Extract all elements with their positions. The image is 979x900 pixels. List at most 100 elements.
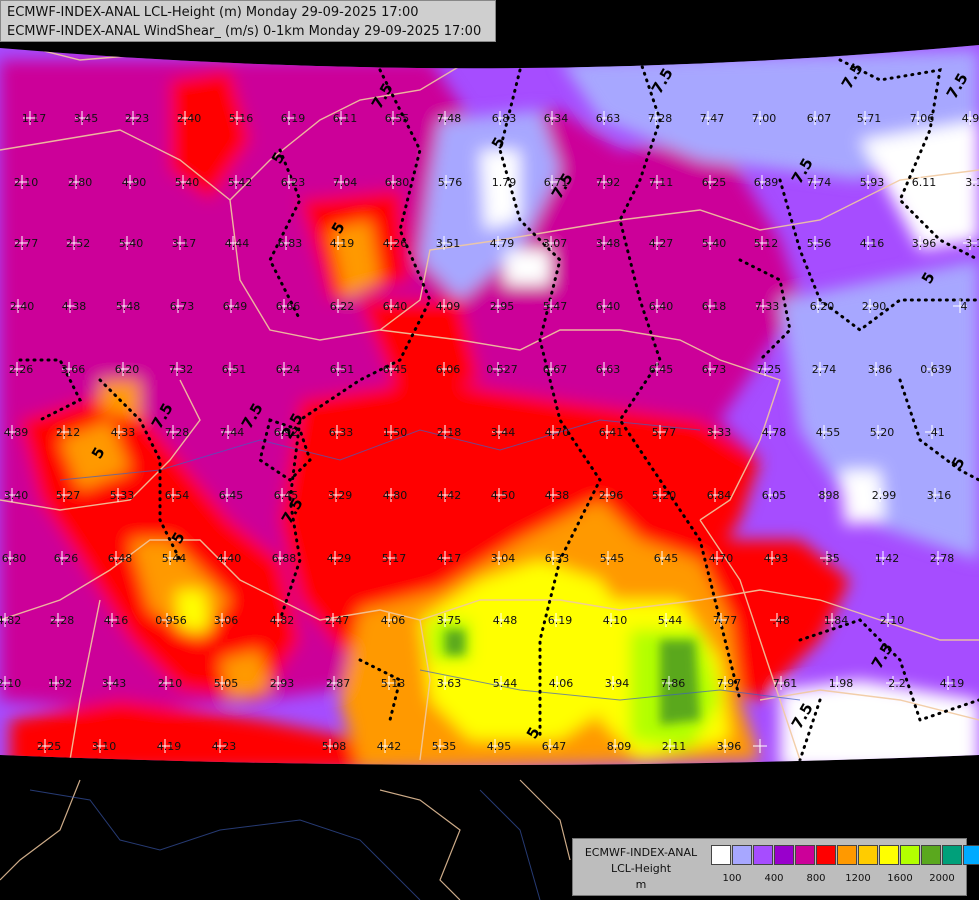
station-value: 4.06 (549, 677, 574, 690)
station-value: 6.47 (542, 740, 567, 753)
station-value: 3.94 (605, 677, 630, 690)
station-value: 1.79 (492, 176, 517, 189)
station-value: 6.73 (702, 363, 727, 376)
station-value: 6.40 (649, 300, 674, 313)
station-value: 6.33 (545, 552, 570, 565)
station-value: 4.90 (122, 176, 147, 189)
legend-tick-label: 800 (806, 873, 826, 884)
station-value: 3.86 (868, 363, 893, 376)
station-value: 4.70 (709, 552, 734, 565)
station-value: 3.07 (543, 237, 568, 250)
station-value: 4.94 (962, 112, 979, 125)
station-value: 3.17 (172, 237, 197, 250)
station-value: 5.47 (543, 300, 568, 313)
station-value: 3.40 (4, 489, 29, 502)
station-value: 6.24 (276, 363, 301, 376)
station-value: 4.09 (436, 300, 461, 313)
station-value: .41 (927, 426, 945, 439)
station-value: 3.96 (912, 237, 937, 250)
station-value: 2.99 (872, 489, 897, 502)
station-value: 7.11 (649, 176, 674, 189)
station-value: 5.71 (857, 112, 882, 125)
station-value: 4.27 (649, 237, 674, 250)
legend-swatch (753, 845, 773, 865)
legend-swatch (795, 845, 815, 865)
station-value: 6.18 (702, 300, 727, 313)
station-value: 3.96 (717, 740, 742, 753)
station-value: 7.33 (755, 300, 780, 313)
station-value: 7.00 (752, 112, 777, 125)
station-value: 5.20 (652, 489, 677, 502)
station-value: 6.89 (754, 176, 779, 189)
legend-variable: LCL-Height (610, 862, 672, 875)
station-value: 1.98 (829, 677, 854, 690)
station-value: 6.45 (654, 552, 679, 565)
station-value: 7.61 (773, 677, 798, 690)
station-value: 6.45 (649, 363, 674, 376)
station-value: 2.77 (14, 237, 39, 250)
station-value: 6.05 (762, 489, 787, 502)
station-value: 2.96 (599, 489, 624, 502)
station-value: 2.74 (812, 363, 837, 376)
station-value: 2.10 (0, 677, 21, 690)
station-value: 2.25 (37, 740, 62, 753)
station-value: 5.77 (652, 426, 677, 439)
station-value: 2.78 (930, 552, 955, 565)
legend-tick-label: 1600 (887, 873, 913, 884)
station-value: 4.95 (487, 740, 512, 753)
station-value: 6.49 (223, 300, 248, 313)
station-value: 6.20 (810, 300, 835, 313)
station-value: 6.67 (543, 363, 568, 376)
station-value: 6.45 (383, 363, 408, 376)
station-value: 6.80 (2, 552, 27, 565)
station-value: 6.48 (108, 552, 133, 565)
station-value: 5.93 (860, 176, 885, 189)
station-value: 5.08 (322, 740, 347, 753)
station-value: 7.97 (717, 677, 742, 690)
station-value: 4.33 (111, 426, 136, 439)
station-value: 3.44 (491, 426, 516, 439)
station-value: 3.33 (707, 426, 732, 439)
station-value: 2.28 (50, 614, 75, 627)
station-value: 3.75 (437, 614, 462, 627)
station-value: 6.55 (385, 112, 410, 125)
station-value: 6.66 (276, 300, 301, 313)
station-value: 5.56 (807, 237, 832, 250)
station-value: 2.10 (158, 677, 183, 690)
station-value: 5.44 (162, 552, 187, 565)
station-value: 2.47 (325, 614, 350, 627)
station-value: 3.43 (102, 677, 127, 690)
station-value: 3.1 (965, 237, 979, 250)
station-value: 1.17 (22, 112, 47, 125)
station-value: 4.89 (4, 426, 29, 439)
station-value: 4.82 (270, 614, 295, 627)
station-value: 4.44 (225, 237, 250, 250)
station-value: 0.527 (486, 363, 518, 376)
legend-swatches (711, 845, 979, 865)
station-value: 5.40 (702, 237, 727, 250)
station-value: 2.95 (490, 300, 515, 313)
station-value: 6.22 (330, 300, 355, 313)
station-value: 7.86 (661, 677, 686, 690)
station-value: 5.44 (658, 614, 683, 627)
station-value: 7.48 (437, 112, 462, 125)
station-value: 4.23 (212, 740, 237, 753)
station-value: 5.05 (214, 677, 239, 690)
station-value: 1.50 (383, 426, 408, 439)
legend-swatch (858, 845, 878, 865)
station-value: 0.639 (920, 363, 952, 376)
station-value: 3.45 (74, 112, 99, 125)
station-value: 6.51 (330, 363, 355, 376)
station-value: 5.35 (432, 740, 457, 753)
station-value: 5.76 (438, 176, 463, 189)
station-value: 4.50 (491, 489, 516, 502)
station-value: 4.19 (940, 677, 965, 690)
station-value: 6.33 (329, 426, 354, 439)
station-value: 4.29 (327, 552, 352, 565)
map-title: ECMWF-INDEX-ANAL LCL-Height (m) Monday 2… (0, 0, 496, 42)
station-value: 5.48 (116, 300, 141, 313)
station-value: 3.63 (437, 677, 462, 690)
legend-swatch (816, 845, 836, 865)
station-value: 6.80 (385, 176, 410, 189)
station-value: 2.10 (880, 614, 905, 627)
